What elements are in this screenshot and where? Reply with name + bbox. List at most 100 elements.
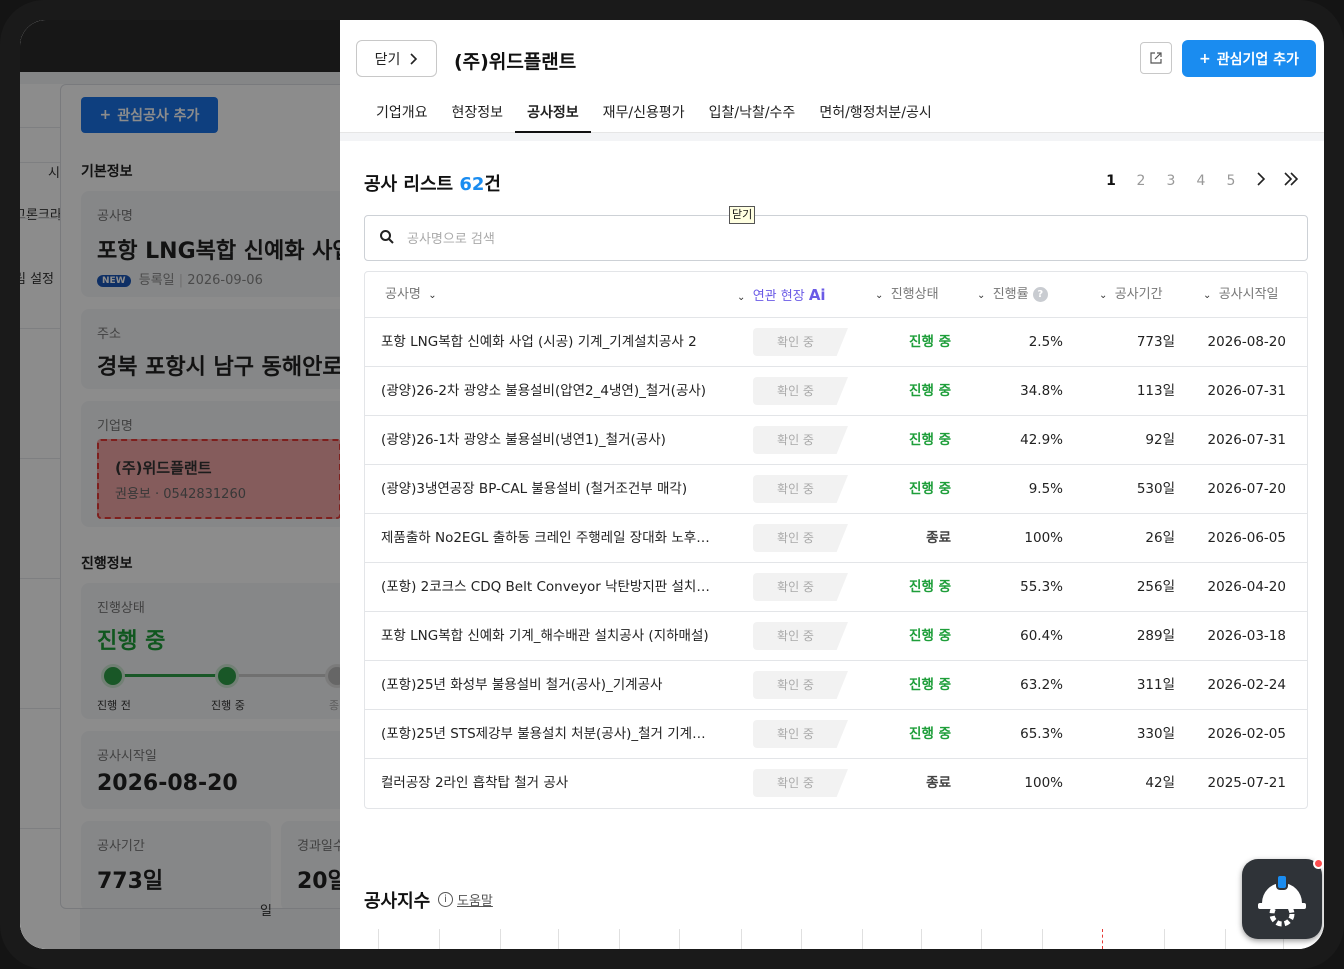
chevron-down-icon: ⌄ bbox=[737, 292, 749, 303]
grid-line bbox=[619, 929, 620, 949]
project-table: 공사명 ⌄ ⌄ 연관 현장 Ai ⌄ 진행상태 ⌄ 진행률 ? ⌄ 공사기간 ⌄… bbox=[364, 271, 1308, 809]
tab-bid-award[interactable]: 입찰/낙찰/수주 bbox=[697, 102, 808, 133]
page-3[interactable]: 3 bbox=[1156, 173, 1186, 189]
add-interest-company-button[interactable]: + 관심기업 추가 bbox=[1182, 40, 1316, 77]
period-cell: 330일 bbox=[1136, 726, 1175, 742]
table-row[interactable]: (광양)26-2차 광양소 불용설비(압연2_4냉연)_철거(공사) 진행 중 34… bbox=[365, 367, 1307, 416]
tab-finance-credit[interactable]: 재무/신용평가 bbox=[591, 102, 697, 133]
progress-rate-cell: 42.9% bbox=[1020, 432, 1063, 448]
close-panel-button[interactable]: 닫기 bbox=[356, 40, 437, 77]
col-related-site[interactable]: ⌄ 연관 현장 Ai bbox=[737, 272, 826, 318]
progress-rate-cell: 65.3% bbox=[1020, 726, 1063, 742]
grid-line bbox=[801, 929, 802, 949]
plus-icon: + bbox=[1199, 50, 1211, 67]
period-cell: 289일 bbox=[1136, 628, 1175, 644]
help-icon[interactable]: ? bbox=[1032, 287, 1048, 302]
grid-line bbox=[1042, 929, 1043, 949]
open-external-button[interactable] bbox=[1140, 42, 1172, 74]
page-2[interactable]: 2 bbox=[1126, 173, 1156, 189]
page-4[interactable]: 4 bbox=[1186, 173, 1216, 189]
related-site-cell: 확인 중 bbox=[753, 671, 848, 699]
tab-project-info[interactable]: 공사정보 bbox=[515, 102, 591, 133]
screen: 시 고론크라 림 설정 + 관심공사 추가 기본정보 공사명 bbox=[20, 20, 1324, 949]
panel-title: (주)위드플랜트 bbox=[454, 51, 577, 73]
list-count-suffix: 건 bbox=[484, 174, 501, 195]
status-cell: 진행 중 bbox=[909, 432, 951, 448]
start-date-cell: 2026-07-20 bbox=[1207, 481, 1286, 497]
status-cell: 진행 중 bbox=[909, 726, 951, 742]
assistant-fab[interactable] bbox=[1242, 859, 1322, 939]
col-project-name[interactable]: 공사명 ⌄ bbox=[385, 272, 437, 318]
device-frame: 시 고론크라 림 설정 + 관심공사 추가 기본정보 공사명 bbox=[0, 0, 1344, 969]
related-site-cell: 확인 중 bbox=[753, 524, 848, 552]
site-checking-badge: 확인 중 bbox=[753, 524, 848, 552]
col-status[interactable]: ⌄ 진행상태 bbox=[875, 272, 939, 318]
project-name-cell: (포항)25년 STS제강부 불용설치 처분(공사)_철거 기계공사 bbox=[381, 726, 711, 742]
current-date-line bbox=[1102, 929, 1103, 949]
tab-company-overview[interactable]: 기업개요 bbox=[364, 102, 440, 133]
start-date-cell: 2025-07-21 bbox=[1207, 775, 1286, 791]
table-row[interactable]: 컬러공장 2라인 흡착탑 철거 공사 종료 100% 42일 2025-07-21 확인 … bbox=[365, 759, 1307, 808]
start-date-cell: 2026-07-31 bbox=[1207, 432, 1286, 448]
table-row[interactable]: (광양)3냉연공장 BP-CAL 불용설비 (철거조건부 매각) 진행 중 9.5%… bbox=[365, 465, 1307, 514]
next-page-button[interactable] bbox=[1246, 170, 1276, 191]
help-link[interactable]: i 도움말 bbox=[438, 890, 493, 909]
site-checking-badge: 확인 중 bbox=[753, 426, 848, 454]
project-search-box bbox=[364, 215, 1308, 261]
start-date-cell: 2026-02-05 bbox=[1207, 726, 1286, 742]
ai-badge: Ai bbox=[808, 286, 826, 304]
last-page-button[interactable] bbox=[1276, 170, 1306, 191]
start-date-cell: 2026-02-24 bbox=[1207, 677, 1286, 693]
close-label: 닫기 bbox=[374, 51, 401, 68]
project-name-cell: (포항) 2코크스 CDQ Belt Conveyor 낙탄방지판 설치공사 bbox=[381, 579, 711, 595]
table-body: 포항 LNG복합 신예화 사업 (시공) 기계_기계설치공사 2 진행 중 2.5%… bbox=[365, 318, 1307, 808]
period-cell: 773일 bbox=[1136, 334, 1175, 350]
table-row[interactable]: 포항 LNG복합 신예화 기계_해수배관 설치공사 (지하매설) 진행 중 60.4… bbox=[365, 612, 1307, 661]
project-name-cell: 포항 LNG복합 신예화 기계_해수배관 설치공사 (지하매설) bbox=[381, 628, 709, 644]
table-row[interactable]: (포항) 2코크스 CDQ Belt Conveyor 낙탄방지판 설치공사 진행… bbox=[365, 563, 1307, 612]
header-divider-strip bbox=[340, 133, 1324, 141]
info-icon: i bbox=[438, 892, 453, 907]
col-progress-rate[interactable]: ⌄ 진행률 ? bbox=[977, 272, 1048, 318]
progress-rate-cell: 100% bbox=[1024, 530, 1063, 546]
grid-line bbox=[439, 929, 440, 949]
related-site-cell: 확인 중 bbox=[753, 475, 848, 503]
chevron-down-icon: ⌄ bbox=[425, 290, 437, 301]
period-cell: 530일 bbox=[1136, 481, 1175, 497]
site-checking-badge: 확인 중 bbox=[753, 377, 848, 405]
project-name-cell: 제품출하 No2EGL 출하동 크레인 주행레일 장대화 노후교체 bbox=[381, 530, 711, 546]
col-period[interactable]: ⌄ 공사기간 bbox=[1099, 272, 1163, 318]
status-cell: 진행 중 bbox=[909, 481, 951, 497]
period-cell: 256일 bbox=[1136, 579, 1175, 595]
table-row[interactable]: (포항)25년 화성부 불용설비 철거(공사)_기계공사 진행 중 63.2% 311… bbox=[365, 661, 1307, 710]
progress-rate-cell: 9.5% bbox=[1028, 481, 1063, 497]
list-title-label: 공사 리스트 bbox=[364, 174, 454, 195]
chevron-right-icon bbox=[410, 52, 418, 65]
col-start-date[interactable]: ⌄ 공사시작일 bbox=[1203, 272, 1279, 318]
col-related-site-label: 연관 현장 bbox=[752, 289, 805, 304]
col-progress-rate-label: 진행률 bbox=[992, 287, 1029, 302]
table-row[interactable]: 제품출하 No2EGL 출하동 크레인 주행레일 장대화 노후교체 종료 100% 2… bbox=[365, 514, 1307, 563]
project-name-cell: (광양)3냉연공장 BP-CAL 불용설비 (철거조건부 매각) bbox=[381, 481, 688, 497]
page-1[interactable]: 1 bbox=[1096, 173, 1126, 189]
tab-site-info[interactable]: 현장정보 bbox=[440, 102, 516, 133]
tab-license-disclosure[interactable]: 면허/행정처분/공시 bbox=[807, 102, 943, 133]
chevron-down-icon: ⌄ bbox=[875, 290, 887, 301]
panel-header: 닫기 (주)위드플랜트 + 관심기업 추가 기업개요 현장정보 공사정보 재무/… bbox=[340, 20, 1324, 133]
grid-line bbox=[679, 929, 680, 949]
table-row[interactable]: (포항)25년 STS제강부 불용설치 처분(공사)_철거 기계공사 진행 중 65… bbox=[365, 710, 1307, 759]
project-search-input[interactable] bbox=[407, 228, 1287, 250]
col-start-date-label: 공사시작일 bbox=[1218, 287, 1279, 302]
site-checking-badge: 확인 중 bbox=[753, 328, 848, 356]
period-cell: 42일 bbox=[1145, 775, 1175, 791]
grid-line bbox=[378, 929, 379, 949]
page-5[interactable]: 5 bbox=[1216, 173, 1246, 189]
table-row[interactable]: (광양)26-1차 광양소 불용설비(냉연1)_철거(공사) 진행 중 42.9% 9… bbox=[365, 416, 1307, 465]
grid-line bbox=[1225, 929, 1226, 949]
start-date-cell: 2026-08-20 bbox=[1207, 334, 1286, 350]
period-cell: 311일 bbox=[1136, 677, 1175, 693]
progress-rate-cell: 55.3% bbox=[1020, 579, 1063, 595]
table-row[interactable]: 포항 LNG복합 신예화 사업 (시공) 기계_기계설치공사 2 진행 중 2.5%… bbox=[365, 318, 1307, 367]
chevron-down-icon: ⌄ bbox=[1203, 290, 1215, 301]
dim-overlay[interactable] bbox=[20, 20, 340, 949]
